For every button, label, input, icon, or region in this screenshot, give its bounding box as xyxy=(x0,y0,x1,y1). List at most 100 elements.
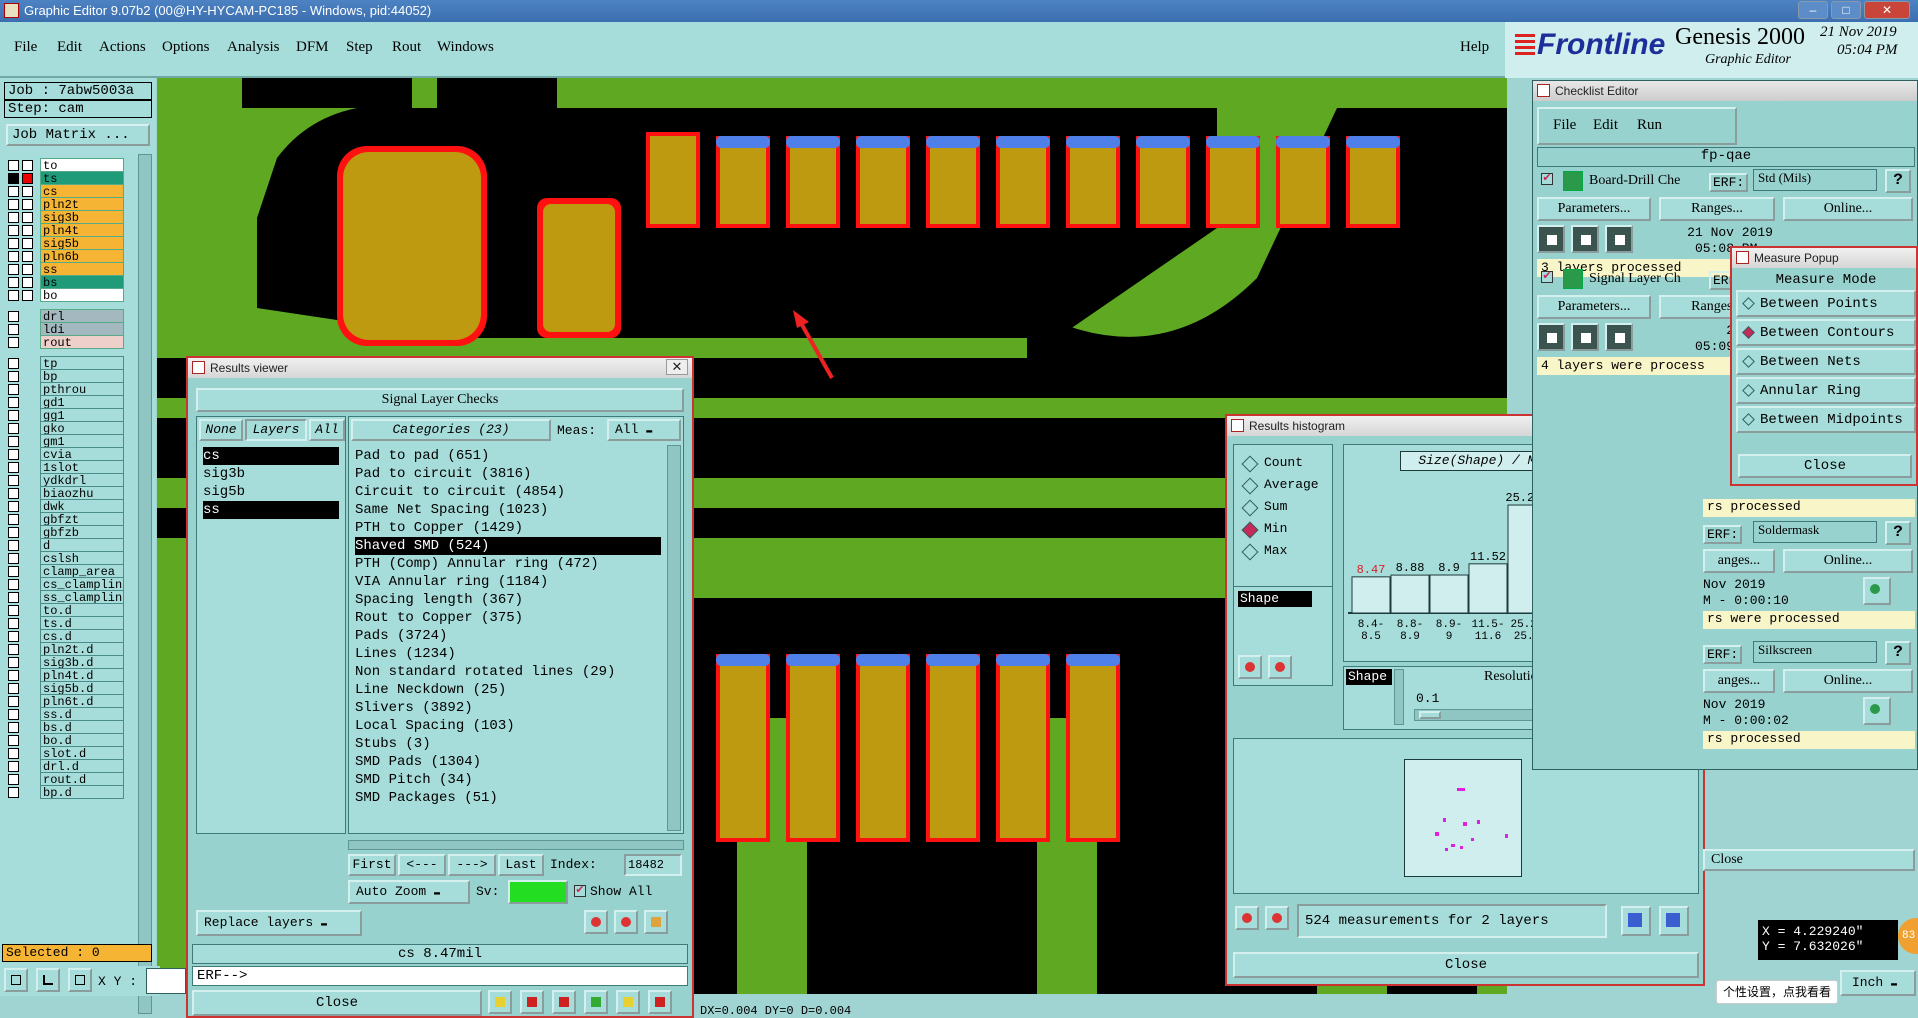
resolution-shape-item[interactable]: Shape xyxy=(1346,669,1392,685)
category-item[interactable]: SMD Pads (1304) xyxy=(355,753,661,771)
layer-checkbox[interactable] xyxy=(8,774,19,785)
checklist-menu-file[interactable]: File xyxy=(1553,117,1576,134)
layer-checkbox[interactable] xyxy=(8,410,19,421)
layer-checkbox[interactable] xyxy=(8,566,19,577)
layer-checkbox[interactable] xyxy=(8,683,19,694)
layer-checkbox[interactable] xyxy=(8,173,19,184)
layer-checkbox[interactable] xyxy=(8,311,19,322)
resolution-slider-thumb[interactable] xyxy=(1419,711,1441,719)
check-help-icon[interactable]: ? xyxy=(1885,169,1911,193)
check-zoom-button[interactable] xyxy=(1863,697,1891,725)
layer-checkbox[interactable] xyxy=(8,696,19,707)
layer-checkbox[interactable] xyxy=(8,501,19,512)
measure-radio[interactable] xyxy=(1742,297,1755,310)
minimize-button[interactable]: – xyxy=(1798,1,1828,19)
layer-checkbox[interactable] xyxy=(8,670,19,681)
layer-checkbox[interactable] xyxy=(8,397,19,408)
layer-checkbox[interactable] xyxy=(8,384,19,395)
category-item[interactable]: Slivers (3892) xyxy=(355,699,661,717)
menu-windows[interactable]: Windows xyxy=(437,39,494,56)
hist-del-button[interactable] xyxy=(1238,655,1262,679)
layer-affected-checkbox[interactable] xyxy=(22,264,33,275)
check-online-button[interactable]: Online... xyxy=(1783,669,1913,693)
measure-option[interactable]: Between Points xyxy=(1736,290,1916,317)
layer-scrollbar[interactable] xyxy=(138,154,152,1014)
layer-checkbox[interactable] xyxy=(8,475,19,486)
check-run-button[interactable] xyxy=(1537,323,1565,351)
layer-checkbox[interactable] xyxy=(8,337,19,348)
layer-checkbox[interactable] xyxy=(8,514,19,525)
layers-button[interactable]: Layers xyxy=(245,419,307,441)
category-item[interactable]: Line Neckdown (25) xyxy=(355,681,661,699)
check-run-button[interactable] xyxy=(1571,225,1599,253)
category-hscrollbar[interactable] xyxy=(348,840,684,850)
layer-affected-checkbox[interactable] xyxy=(22,251,33,262)
meas-select[interactable]: All ▬ xyxy=(607,419,681,441)
check-ranges-button[interactable]: anges... xyxy=(1703,669,1775,693)
check-online-button[interactable]: Online... xyxy=(1783,197,1913,221)
tooltip-popup[interactable]: 个性设置，点我看看 xyxy=(1716,980,1838,1004)
category-item[interactable]: Local Spacing (103) xyxy=(355,717,661,735)
layer-checkbox[interactable] xyxy=(8,264,19,275)
check-help-icon[interactable]: ? xyxy=(1885,521,1911,545)
category-item[interactable]: Same Net Spacing (1023) xyxy=(355,501,661,519)
layer-checkbox[interactable] xyxy=(8,251,19,262)
grid-tool-button[interactable] xyxy=(68,968,92,992)
layer-checkbox[interactable] xyxy=(8,644,19,655)
layer-checkbox[interactable] xyxy=(8,618,19,629)
hist-ref2-button[interactable] xyxy=(1265,906,1289,930)
category-item[interactable]: PTH (Comp) Annular ring (472) xyxy=(355,555,661,573)
category-item[interactable]: Stubs (3) xyxy=(355,735,661,753)
results-tool-button[interactable] xyxy=(488,990,512,1014)
histogram-bar[interactable] xyxy=(1468,563,1508,614)
hist-chart-button[interactable] xyxy=(1621,906,1651,936)
layer-checkbox[interactable] xyxy=(8,735,19,746)
layer-checkbox[interactable] xyxy=(8,199,19,210)
layer-checkbox[interactable] xyxy=(8,225,19,236)
layer-checkbox[interactable] xyxy=(8,761,19,772)
histogram-bar[interactable] xyxy=(1351,576,1391,614)
hist-export-button[interactable] xyxy=(1659,906,1689,936)
last-button[interactable]: Last xyxy=(498,854,544,876)
zoom-tool-button[interactable] xyxy=(4,968,28,992)
layer-checkbox[interactable] xyxy=(8,212,19,223)
check-erf-value[interactable]: Silkscreen xyxy=(1753,641,1877,663)
check-online-button[interactable]: Online... xyxy=(1783,549,1913,573)
measure-close-button[interactable]: Close xyxy=(1738,454,1912,478)
layer-checkbox[interactable] xyxy=(8,371,19,382)
measure-option[interactable]: Between Midpoints xyxy=(1736,406,1916,433)
measure-option[interactable]: Annular Ring xyxy=(1736,377,1916,404)
layer-checkbox[interactable] xyxy=(8,579,19,590)
category-item[interactable]: PTH to Copper (1429) xyxy=(355,519,661,537)
layer-checkbox[interactable] xyxy=(8,722,19,733)
layer-affected-checkbox[interactable] xyxy=(22,212,33,223)
measure-option[interactable]: Between Nets xyxy=(1736,348,1916,375)
result-layer-item[interactable]: cs xyxy=(203,447,339,465)
drill-layer-row[interactable]: rout xyxy=(8,335,124,350)
category-scrollbar[interactable] xyxy=(667,445,681,831)
layer-checkbox[interactable] xyxy=(8,787,19,798)
next-button[interactable]: ---> xyxy=(448,854,496,876)
checklist-close-button[interactable]: Close xyxy=(1703,849,1915,871)
category-item[interactable]: Pads (3724) xyxy=(355,627,661,645)
category-item[interactable]: Rout to Copper (375) xyxy=(355,609,661,627)
mode-radio[interactable] xyxy=(1241,543,1259,561)
measure-option[interactable]: Between Contours xyxy=(1736,319,1916,346)
hist-del2-button[interactable] xyxy=(1235,906,1259,930)
histogram-close-button[interactable]: Close xyxy=(1233,952,1699,978)
prev-button[interactable]: <--- xyxy=(398,854,446,876)
layer-checkbox[interactable] xyxy=(8,277,19,288)
layer-affected-checkbox[interactable] xyxy=(22,290,33,301)
check-enabled-checkbox[interactable]: ✔ xyxy=(1541,173,1553,185)
measure-radio[interactable] xyxy=(1742,355,1755,368)
checklist-menu-edit[interactable]: Edit xyxy=(1593,117,1618,134)
result-layer-item[interactable]: ss xyxy=(203,501,339,519)
layer-affected-checkbox[interactable] xyxy=(22,186,33,197)
check-erf-value[interactable]: Std (Mils) xyxy=(1753,169,1877,191)
category-item[interactable]: SMD Packages (51) xyxy=(355,789,661,807)
shape-list-item[interactable]: Shape xyxy=(1238,591,1312,607)
checklist-menu-run[interactable]: Run xyxy=(1637,117,1662,134)
layer-affected-checkbox[interactable] xyxy=(22,160,33,171)
layer-checkbox[interactable] xyxy=(8,290,19,301)
index-field[interactable]: 18482 xyxy=(624,854,682,876)
